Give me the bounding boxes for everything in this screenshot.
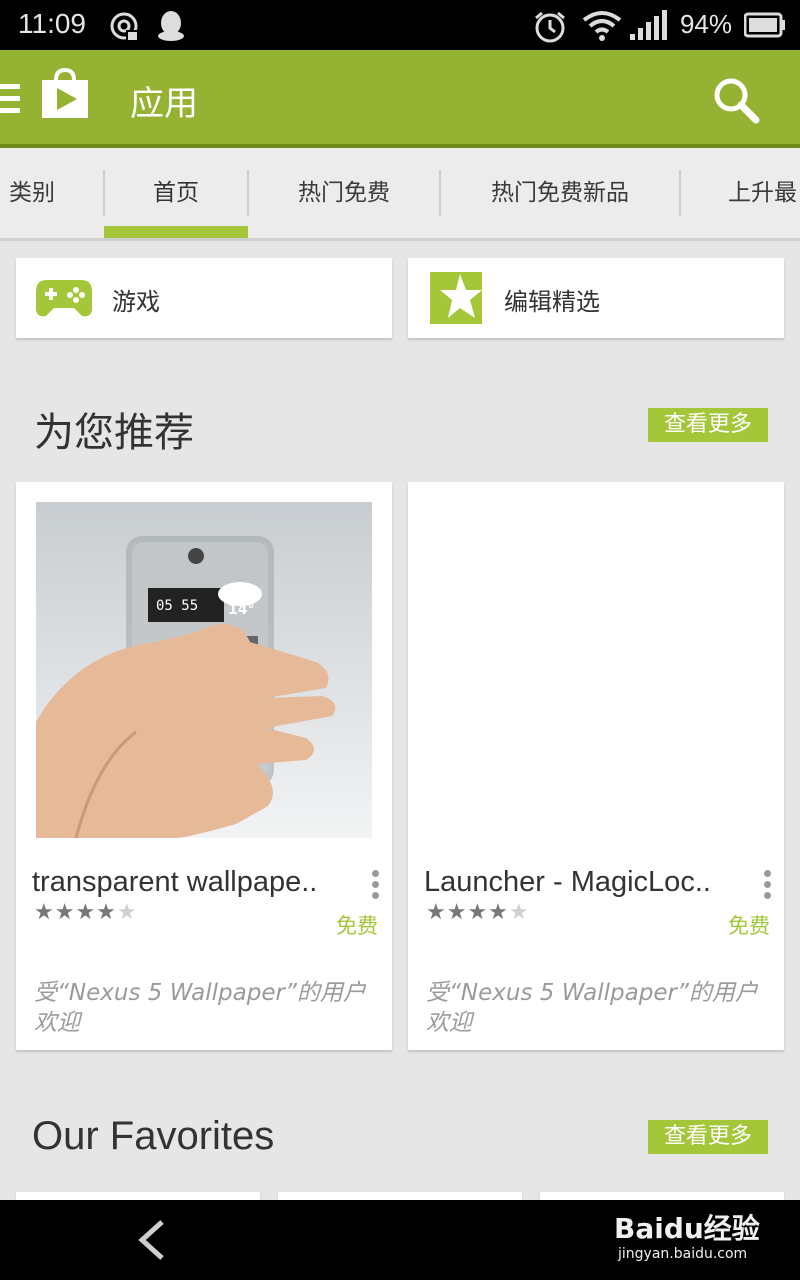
app-thumbnail-transparent-phone: 05 55 14° [36,502,372,838]
recommended-section-title: 为您推荐 [34,410,194,456]
games-chip-label: 游戏 [112,288,160,316]
tab-top-new-free[interactable]: 热门免费新品 [440,148,680,238]
play-store-logo[interactable] [40,68,90,120]
baidu-jingyan-watermark: Baidu经验 jingyan.baidu.com [614,1212,760,1262]
tab-trending[interactable]: 上升最 [680,148,800,238]
favorites-see-more-button[interactable]: 查看更多 [648,1120,768,1154]
active-tab-indicator [104,226,248,238]
recommendation-reason: 受“Nexus 5 Wallpaper”的用户欢迎 [34,980,366,1036]
search-icon[interactable] [712,76,762,126]
category-tabs: 类别 首页 热门免费 热门免费新品 上升最 [0,148,800,241]
watermark-brand: Baidu经验 [614,1212,760,1245]
drawer-menu-icon[interactable] [0,84,20,113]
app-name: transparent wallpape.. [32,866,318,898]
alarm-icon [535,11,565,43]
rating-stars: ★★★★★ [426,900,530,925]
app-bar: 应用 [0,50,800,148]
editors-choice-chip[interactable]: 编辑精选 [408,258,784,338]
sync-notification-icon [110,12,138,40]
overflow-menu-icon[interactable] [372,870,380,903]
recommendation-reason: 受“Nexus 5 Wallpaper”的用户欢迎 [426,980,758,1036]
favorites-section-title: Our Favorites [32,1114,275,1158]
phone-clock: 05 55 [156,598,198,614]
recommended-see-more-button[interactable]: 查看更多 [648,408,768,442]
app-card[interactable]: Launcher - MagicLoc.. ★★★★★ 免费 受“Nexus 5… [408,482,784,1050]
rating-stars: ★★★★★ [34,900,138,925]
wifi-icon [582,11,622,41]
editors-choice-chip-label: 编辑精选 [504,288,600,316]
watermark-url: jingyan.baidu.com [617,1246,747,1262]
status-bar: 11:09 94% [0,0,800,50]
battery-icon [744,12,785,38]
editors-choice-star-icon [430,272,482,324]
signal-icon [630,10,667,40]
tab-home[interactable]: 首页 [104,148,248,238]
overflow-menu-icon[interactable] [764,870,772,903]
page-title: 应用 [130,84,198,124]
phone-temperature: 14° [228,602,254,618]
battery-percent: 94% [679,9,732,39]
games-chip[interactable]: 游戏 [16,258,392,338]
app-name: Launcher - MagicLoc.. [424,866,711,898]
back-icon[interactable] [134,1218,170,1262]
app-thumbnail-placeholder [428,502,764,838]
gamepad-icon [36,280,92,317]
status-time: 11:09 [18,8,86,39]
price-label: 免费 [728,914,770,938]
tab-top-free[interactable]: 热门免费 [248,148,440,238]
qq-notification-icon [158,11,184,41]
tab-categories[interactable]: 类别 [0,148,64,238]
app-card[interactable]: 05 55 14° transparent wallpape.. ★★★★★ 免… [16,482,392,1050]
price-label: 免费 [336,914,378,938]
